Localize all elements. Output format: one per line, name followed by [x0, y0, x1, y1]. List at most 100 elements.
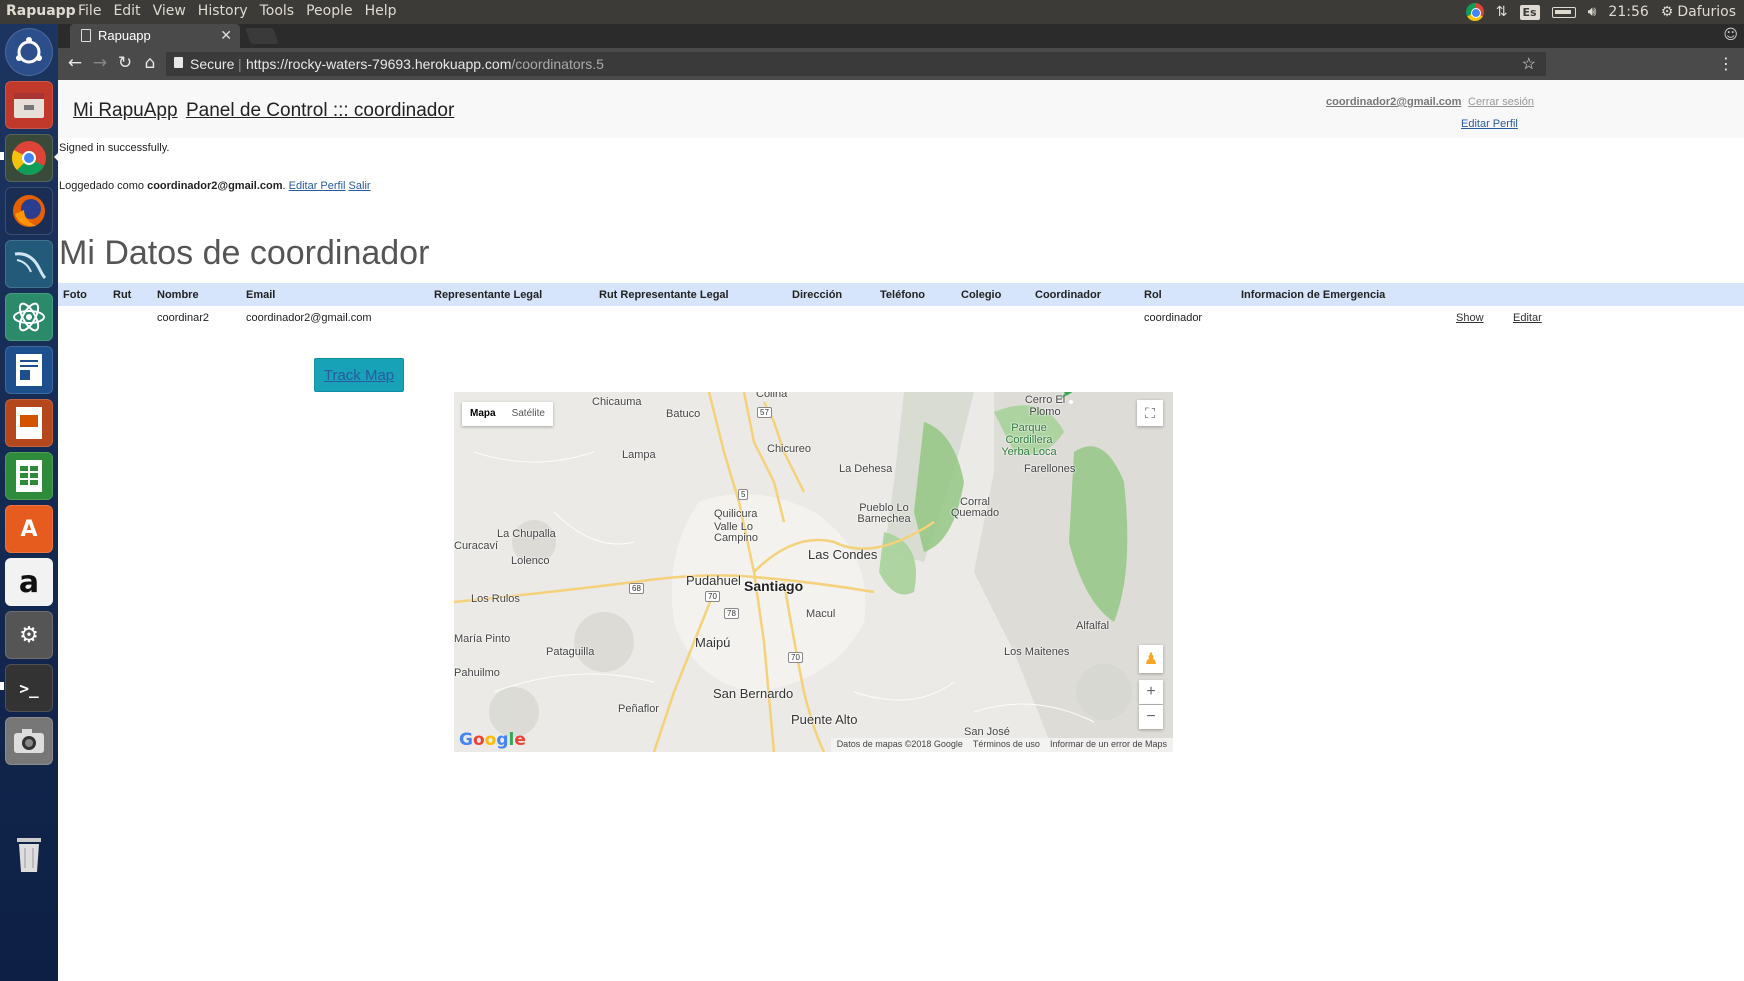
- place-lo-barnechea: Pueblo Lo Barnechea: [857, 502, 911, 525]
- battery-icon[interactable]: [1551, 6, 1576, 18]
- firefox-icon[interactable]: [5, 187, 53, 235]
- menu-tools[interactable]: Tools: [254, 3, 301, 19]
- place-los-maitenes: Los Maitenes: [1004, 646, 1070, 658]
- map-canvas[interactable]: [454, 392, 1173, 752]
- menu-help[interactable]: Help: [359, 3, 403, 19]
- files-icon[interactable]: [5, 81, 53, 129]
- software-center-icon[interactable]: A: [5, 505, 53, 553]
- coordinator-table: Foto Rut Nombre Email Representante Lega…: [58, 283, 1744, 330]
- profile-icon[interactable]: ☺: [1723, 27, 1738, 43]
- flash-notice: Signed in successfully.: [59, 142, 170, 154]
- table-header-row: Foto Rut Nombre Email Representante Lega…: [58, 283, 1744, 306]
- cell-colegio: [956, 306, 1030, 330]
- mysql-workbench-icon[interactable]: [5, 240, 53, 288]
- show-link[interactable]: Show: [1456, 312, 1484, 324]
- menu-history[interactable]: History: [192, 3, 254, 19]
- place-chicureo: Chicureo: [767, 443, 812, 455]
- header-logout-link[interactable]: Cerrar sesión: [1468, 96, 1534, 108]
- browser-tab[interactable]: Rapuapp ✕: [70, 24, 240, 48]
- menu-edit[interactable]: Edit: [107, 3, 146, 19]
- ubuntu-dash-icon[interactable]: [5, 28, 53, 76]
- writer-icon[interactable]: [5, 346, 53, 394]
- route-shield: 70: [788, 652, 803, 663]
- google-logo[interactable]: Google: [459, 730, 526, 750]
- place-alfalfal: Alfalfal: [1076, 620, 1110, 632]
- col-email: Email: [246, 288, 276, 301]
- map-type-satellite-button[interactable]: Satélite: [504, 402, 553, 426]
- fullscreen-icon[interactable]: ⛶: [1137, 400, 1163, 426]
- calc-icon[interactable]: [5, 452, 53, 500]
- secure-label: Secure: [190, 56, 235, 72]
- impress-icon[interactable]: [5, 399, 53, 447]
- track-map-button[interactable]: Track Map: [314, 358, 404, 392]
- session-user[interactable]: Dafurios: [1677, 4, 1736, 20]
- gear-icon[interactable]: ⚙: [1661, 4, 1674, 20]
- forward-arrow-icon[interactable]: →: [89, 53, 111, 73]
- new-tab-button[interactable]: [245, 28, 279, 44]
- reload-icon[interactable]: ↻: [114, 53, 136, 73]
- col-nombre: Nombre: [157, 288, 199, 301]
- running-indicator: [0, 682, 4, 690]
- page-icon: [81, 29, 91, 42]
- screenshot-icon[interactable]: [5, 717, 53, 765]
- col-coordinador: Coordinador: [1035, 288, 1101, 301]
- route-shield: 70: [705, 591, 720, 602]
- menu-view[interactable]: View: [147, 3, 192, 19]
- address-bar[interactable]: Secure | https://rocky-waters-79693.hero…: [166, 52, 1546, 76]
- cell-rut-representante: [594, 306, 787, 330]
- place-chicauma: Chicauma: [592, 396, 642, 408]
- web-page: Mi RapuApp Panel de Control ::: coordina…: [58, 80, 1744, 981]
- place-san-jose: San José: [964, 726, 1010, 738]
- zoom-in-button[interactable]: +: [1139, 680, 1163, 704]
- terminal-icon[interactable]: >_: [5, 664, 53, 712]
- chrome-icon[interactable]: [5, 134, 53, 182]
- header-user-email-link[interactable]: coordinador2@gmail.com: [1326, 96, 1461, 108]
- back-arrow-icon[interactable]: ←: [64, 53, 86, 73]
- col-colegio: Colegio: [961, 288, 1002, 301]
- site-navbar: Mi RapuApp Panel de Control ::: coordina…: [58, 80, 1744, 138]
- zoom-out-button[interactable]: −: [1139, 705, 1163, 729]
- cell-coordinador: [1030, 306, 1139, 330]
- place-pahuilmo: Pahuilmo: [454, 667, 500, 679]
- atom-icon[interactable]: [5, 293, 53, 341]
- logout-link[interactable]: Salir: [349, 180, 371, 192]
- map-report-link[interactable]: Informar de un error de Maps: [1050, 739, 1167, 751]
- volume-icon[interactable]: 🔊︎: [1588, 4, 1597, 20]
- place-pudahuel: Pudahuel: [686, 573, 741, 588]
- google-map[interactable]: Chicauma Colina Batuco Lampa Chicureo La…: [454, 392, 1173, 752]
- place-farellones: Farellones: [1024, 463, 1076, 475]
- system-settings-icon[interactable]: ⚙: [5, 611, 53, 659]
- map-terms-link[interactable]: Términos de uso: [973, 739, 1040, 751]
- chrome-tray-icon[interactable]: [1465, 3, 1484, 21]
- header-edit-profile-link[interactable]: Editar Perfil: [1461, 118, 1518, 130]
- close-tab-icon[interactable]: ✕: [220, 27, 232, 44]
- cell-representante-legal: [429, 306, 594, 330]
- street-view-pegman-icon[interactable]: ♟: [1139, 645, 1163, 673]
- control-panel-link[interactable]: Panel de Control ::: coordinador: [186, 100, 454, 122]
- keyboard-layout-indicator[interactable]: Es: [1519, 4, 1540, 20]
- browser-menu-icon[interactable]: ⋮: [1718, 54, 1734, 73]
- map-type-map-button[interactable]: Mapa: [462, 402, 504, 426]
- brand-link[interactable]: Mi RapuApp: [73, 100, 178, 122]
- menu-people[interactable]: People: [300, 3, 359, 19]
- place-lampa: Lampa: [622, 449, 656, 461]
- place-maria-pinto: María Pinto: [454, 633, 511, 645]
- network-icon[interactable]: ⇅: [1496, 4, 1508, 20]
- clock[interactable]: 21:56: [1608, 4, 1648, 20]
- cell-emergencia: [1236, 306, 1451, 330]
- amazon-icon[interactable]: a: [5, 558, 53, 606]
- place-curacavi: Curacaví: [454, 540, 499, 552]
- trash-icon[interactable]: [5, 830, 53, 878]
- edit-profile-link[interactable]: Editar Perfil: [289, 180, 346, 192]
- place-penaflor: Peñaflor: [618, 703, 659, 715]
- route-shield: 78: [724, 608, 739, 619]
- home-icon[interactable]: ⌂: [139, 53, 161, 73]
- edit-link[interactable]: Editar: [1513, 312, 1542, 324]
- bookmark-star-icon[interactable]: ☆: [1522, 54, 1536, 74]
- cell-rol: coordinador: [1144, 312, 1203, 324]
- place-la-chupalla: La Chupalla: [497, 528, 556, 540]
- url-host: https://rocky-waters-79693.herokuapp.com: [246, 56, 512, 72]
- place-lolenco: Lolenco: [511, 555, 550, 567]
- url-text[interactable]: https://rocky-waters-79693.herokuapp.com…: [246, 56, 604, 72]
- menu-file[interactable]: File: [72, 3, 107, 19]
